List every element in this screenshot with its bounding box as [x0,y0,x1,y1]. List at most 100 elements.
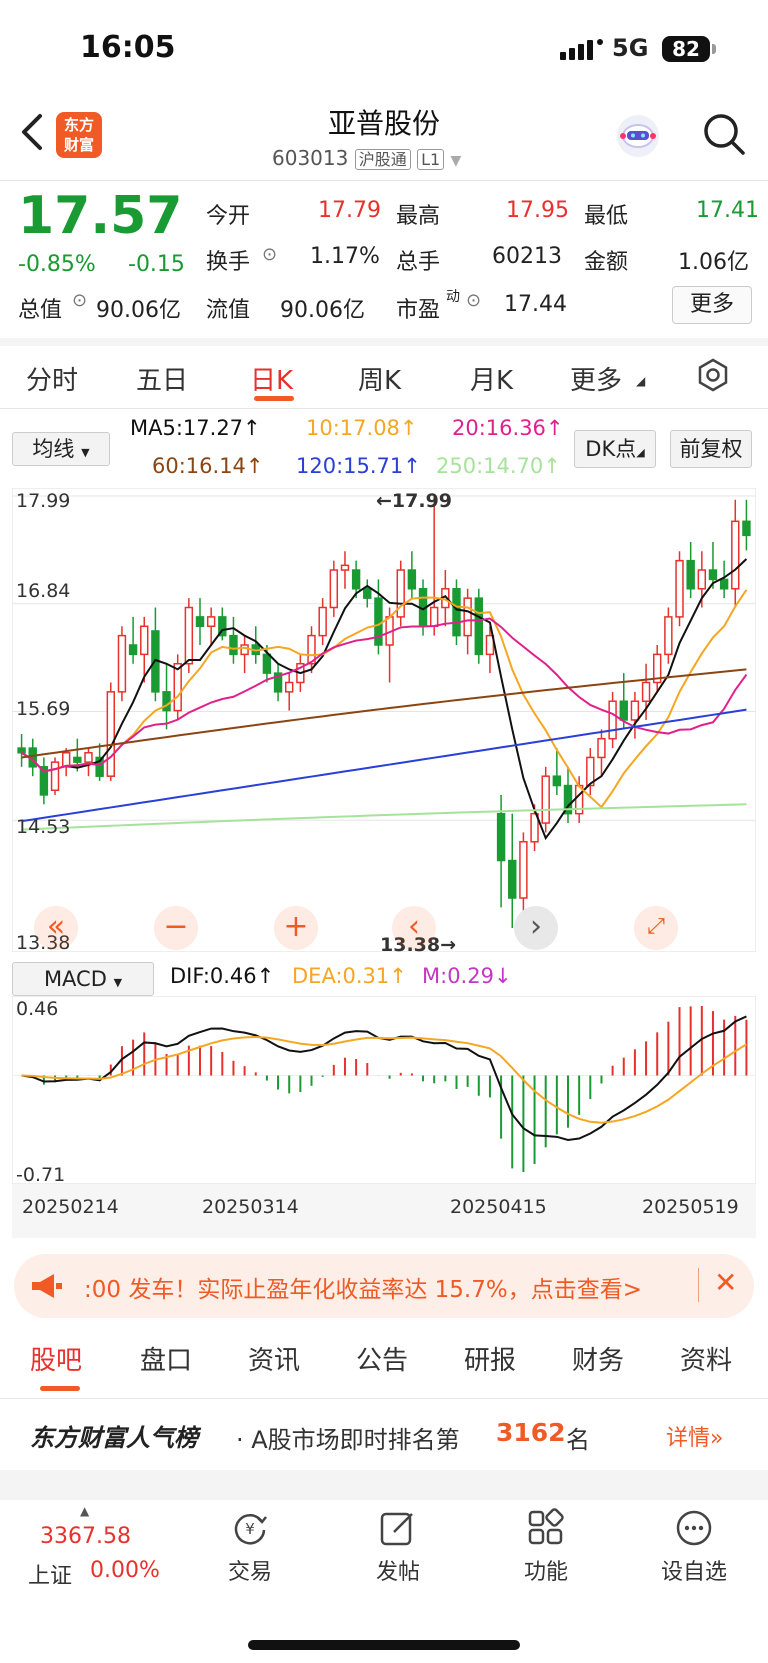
candle-body [519,841,528,899]
tab-daily-k[interactable]: 日K [250,360,293,397]
zoom-out-button[interactable]: − [154,906,198,950]
scroll-right-button[interactable]: › [514,906,558,950]
info-icon[interactable]: ⊙ [466,290,481,311]
tab-weekly-k[interactable]: 周K [358,360,401,397]
tab-profile[interactable]: 资料 [680,1340,732,1377]
date-3: 20250415 [450,1196,547,1218]
home-indicator[interactable] [248,1640,520,1650]
candle-body [195,616,205,628]
scroll-left-fast-button[interactable]: « [34,906,78,950]
robot-assistant-icon[interactable] [614,112,662,160]
volume-value: 60213 [492,244,562,269]
search-icon[interactable] [702,112,746,156]
caret-icon: ◢ [636,446,645,459]
promo-banner[interactable]: :00 发车！实际止盈年化收益率达 15.7%，点击查看> ✕ [14,1254,754,1318]
indicator-label: MACD [43,967,107,991]
rank-detail-link[interactable]: 详情» [666,1420,723,1452]
tab-finance[interactable]: 财务 [572,1340,624,1377]
amount-value: 1.06亿 [678,250,749,275]
level-tag: L1 [417,149,445,170]
candle-body [731,520,740,590]
candle-body [318,606,327,637]
scroll-left-button[interactable]: ‹ [392,906,436,950]
info-icon[interactable]: ⊙ [262,244,277,265]
tab-announcements[interactable]: 公告 [356,1340,408,1377]
functions-button[interactable]: 功能 [496,1508,596,1586]
pe-value: 17.44 [504,292,567,317]
post-button[interactable]: 发帖 [348,1508,448,1586]
open-label: 今开 [206,204,251,229]
post-label: 发帖 [375,1560,420,1585]
add-watchlist-button[interactable]: 设自选 [644,1508,744,1586]
ma20-value: 20:16.36↑ [452,416,564,440]
float-label: 流值 [206,298,251,323]
tab-forum[interactable]: 股吧 [30,1340,82,1377]
candle-body [106,691,115,777]
pe-label: 市盈 [396,298,441,323]
candle-body [742,520,751,537]
section-gap [0,338,768,346]
tab-intraday[interactable]: 分时 [26,360,78,397]
close-icon[interactable]: ✕ [714,1266,737,1299]
candle-body [719,578,729,590]
dif-value: DIF:0.46↑ [170,964,275,988]
change-percent: -0.85% [18,252,96,277]
rank-unit: 名 [566,1426,590,1454]
candle-body [463,597,472,637]
date-2: 20250314 [202,1196,299,1218]
date-4: 20250519 [642,1196,739,1218]
index-value[interactable]: 3367.58 [40,1524,131,1549]
tab-underline [254,396,294,401]
ma120-line [21,708,747,823]
stock-code-row[interactable]: 603013 沪股通 L1 ▼ [272,146,461,170]
tab-monthly-k[interactable]: 月K [470,360,513,397]
candle-body [229,634,238,656]
index-change: 0.00% [90,1558,160,1583]
tab-orderbook[interactable]: 盘口 [140,1340,192,1377]
turnover-label: 换手 [206,250,251,275]
settings-gear-icon[interactable] [696,358,730,392]
grid-functions-icon [528,1508,564,1545]
candle-body [429,606,439,628]
more-button[interactable]: 更多 [672,286,752,324]
ma5-line [21,558,748,841]
candle-body [541,775,550,824]
dropdown-caret-icon[interactable]: ▼ [451,153,462,169]
candle-body [630,700,640,721]
ma10-line [21,589,748,809]
amount-label: 金额 [584,250,629,275]
candle-body [73,756,82,763]
trade-button[interactable]: ¥ 交易 [200,1508,300,1586]
indicator-selector[interactable]: MACD ▼ [12,962,154,996]
tab-five-day[interactable]: 五日 [136,360,188,397]
caret-down-icon: ▼ [81,446,90,459]
turnover-value: 1.17% [310,244,380,269]
candle-body [664,616,673,656]
volume-label: 总手 [396,250,441,275]
dea-value: DEA:0.31↑ [292,964,407,988]
adjust-button[interactable]: 前复权 [670,430,752,468]
index-up-icon: ▲ [80,1504,90,1518]
fullscreen-icon[interactable]: ⤢ [634,906,678,950]
high-label: 最高 [396,204,441,229]
ma-selector[interactable]: 均线 ▼ [12,432,110,466]
macd-y-top: 0.46 [16,998,59,1020]
candle-body [675,559,684,618]
svg-text:¥: ¥ [245,1520,255,1538]
stock-connect-tag: 沪股通 [354,149,411,170]
candle-body [619,700,628,721]
zoom-in-button[interactable]: + [274,906,318,950]
tab-research[interactable]: 研报 [464,1340,516,1377]
candle-body [697,569,707,590]
dk-point-button[interactable]: DK点◢ [574,430,656,468]
info-icon[interactable]: ⊙ [72,290,87,311]
open-value: 17.79 [318,198,381,223]
tab-more[interactable]: 更多 [570,360,622,397]
macd-chart[interactable] [12,996,756,1184]
banner-divider [698,1268,699,1302]
candle-body [140,625,149,656]
ma250-line [21,803,747,831]
kline-chart[interactable] [12,488,756,952]
tab-news[interactable]: 资讯 [248,1340,300,1377]
yen-trade-icon: ¥ [234,1514,267,1545]
